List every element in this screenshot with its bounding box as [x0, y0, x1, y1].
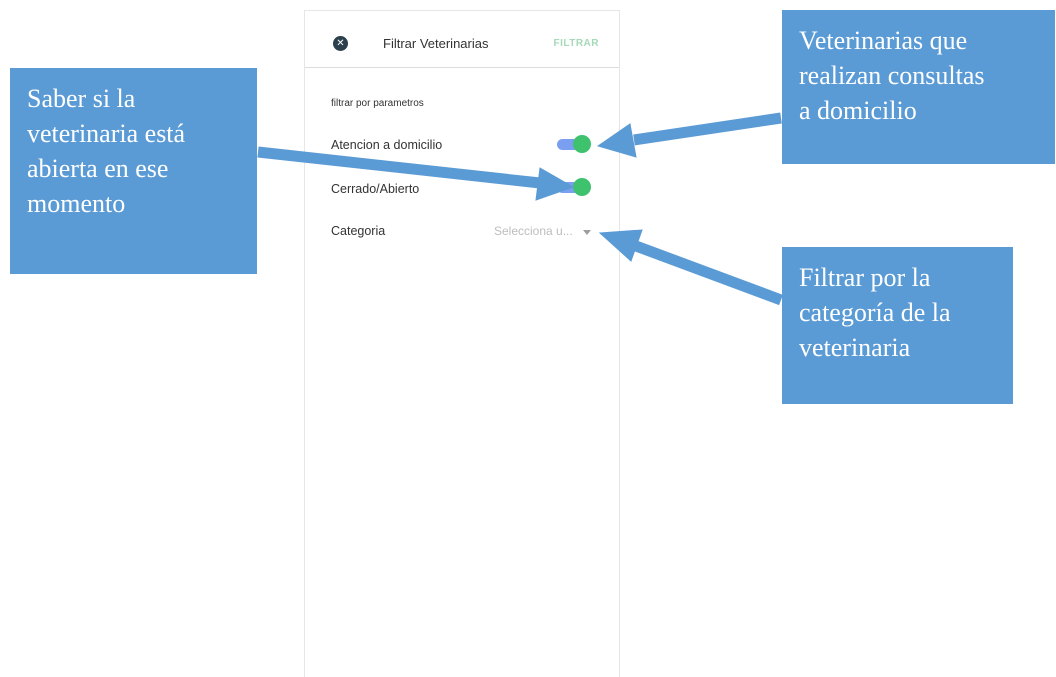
category-placeholder: Selecciona u...	[494, 224, 573, 238]
toggle-knob	[573, 135, 591, 153]
open-closed-label: Cerrado/Abierto	[331, 182, 420, 196]
arrow-home-consults	[633, 112, 782, 146]
home-service-toggle[interactable]	[557, 135, 591, 155]
page-title: Filtrar Veterinarias	[383, 36, 489, 51]
filter-panel: ✕ Filtrar Veterinarias FILTRAR filtrar p…	[304, 10, 620, 677]
chevron-down-icon	[583, 230, 591, 235]
callout-home-consults: Veterinarias que realizan consultas a do…	[782, 10, 1055, 164]
toggle-knob	[573, 178, 591, 196]
category-label: Categoria	[331, 224, 386, 238]
category-select[interactable]: Selecciona u...	[491, 222, 601, 240]
panel-header: ✕ Filtrar Veterinarias FILTRAR	[305, 11, 619, 68]
section-label: filtrar por parametros	[331, 98, 424, 109]
open-closed-toggle[interactable]	[557, 178, 591, 198]
home-service-label: Atencion a domicilio	[331, 138, 443, 152]
close-icon[interactable]: ✕	[333, 36, 348, 51]
callout-open-now: Saber si la veterinaria está abierta en …	[10, 68, 257, 274]
callout-category-filter: Filtrar por la categoría de la veterinar…	[782, 247, 1013, 404]
filter-button[interactable]: FILTRAR	[553, 38, 599, 49]
arrow-category-filter	[634, 240, 783, 306]
